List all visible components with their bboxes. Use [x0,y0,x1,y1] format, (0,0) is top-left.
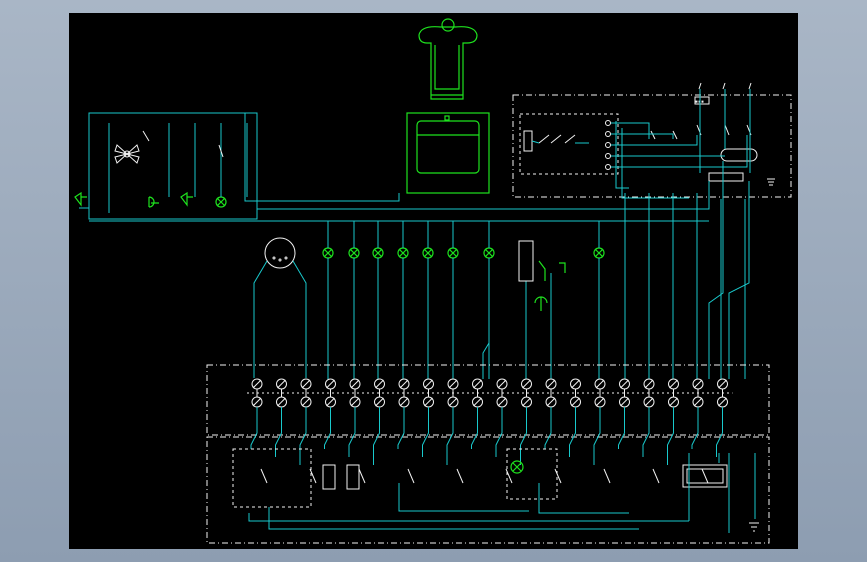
drawing-canvas[interactable]: ▪▪▪ [69,13,798,549]
left-components [74,191,227,208]
terminal-icon [668,378,679,390]
left-wire-loop [88,112,258,220]
left-branch-wires [79,113,710,213]
terminal-icon [325,396,336,408]
terminal-icon [300,396,312,408]
lamp-icon [322,221,334,379]
terminal-icon [472,378,483,390]
terminal-icon [398,378,410,390]
terminal-box-frame [206,364,770,436]
wiring-diagram: ▪▪▪ [74,18,792,544]
terminal-icon [668,396,679,408]
terminal-icon [619,396,630,408]
terminal-icon [349,396,361,408]
fuse-2 [346,464,360,490]
ground-icon-lower [749,522,759,532]
capacitor-icon [720,148,758,162]
cad-window: ▪▪▪ [0,0,867,562]
terminal-icon [496,378,508,390]
terminal-icon [300,378,312,390]
terminal-strip [247,378,733,484]
terminal-icon [496,396,508,408]
terminal-icon [570,378,581,390]
lamp-icon [447,221,459,379]
relay-rect [518,240,534,282]
terminal-icon [251,396,263,408]
lamp-icon [593,221,605,379]
terminal-icon [692,378,704,390]
terminal-icon [472,396,483,408]
terminal-icon [276,396,287,408]
mid-switches [534,260,566,311]
lamp-icon [348,221,360,379]
terminal-icon [570,396,581,408]
terminal-icon [447,378,459,390]
terminal-icon [251,378,263,390]
appliance-main-icon [406,112,490,194]
terminal-icon [349,378,361,390]
terminal-block-small [605,120,611,170]
lower-box-frame [206,436,770,544]
ground-icon [767,178,775,186]
terminal-icon [594,396,606,408]
terminal-strip-small [708,172,744,182]
fuse-1 [322,464,336,490]
bell-icon [148,196,159,208]
right-panel-wires [611,89,751,199]
fan-icon [114,144,140,164]
terminal-icon [717,396,728,408]
terminal-icon [398,396,410,408]
terminal-icon [545,396,557,408]
lamp-icon [397,221,409,379]
relay-coil [523,130,533,152]
relay-subframe [519,113,619,175]
terminal-icon [374,396,385,408]
relay-contacts [531,134,589,144]
terminal-icon [423,378,434,390]
lamp-icon [422,221,434,379]
terminal-icon [594,378,606,390]
terminal-icon [325,378,336,390]
terminal-icon [374,378,385,390]
terminal-icon [521,378,532,390]
indicator-lamps [89,161,750,379]
motor-icon [253,237,307,378]
terminal-icon [521,396,532,408]
speaker-icon-2 [180,191,193,207]
lower-switch-group-1 [232,448,312,508]
terminal-icon [545,378,557,390]
terminal-icon [717,378,728,390]
terminal-icon [619,378,630,390]
terminal-icon [423,396,434,408]
lamp-icon [372,221,384,379]
appliance-top-icon [418,18,478,100]
terminal-icon [692,396,704,408]
lower-switch-group-2 [506,448,558,500]
terminal-icon [447,396,459,408]
terminal-icon [643,378,655,390]
terminal-icon [643,396,655,408]
speaker-icon [74,191,87,207]
terminal-icon [276,378,287,390]
